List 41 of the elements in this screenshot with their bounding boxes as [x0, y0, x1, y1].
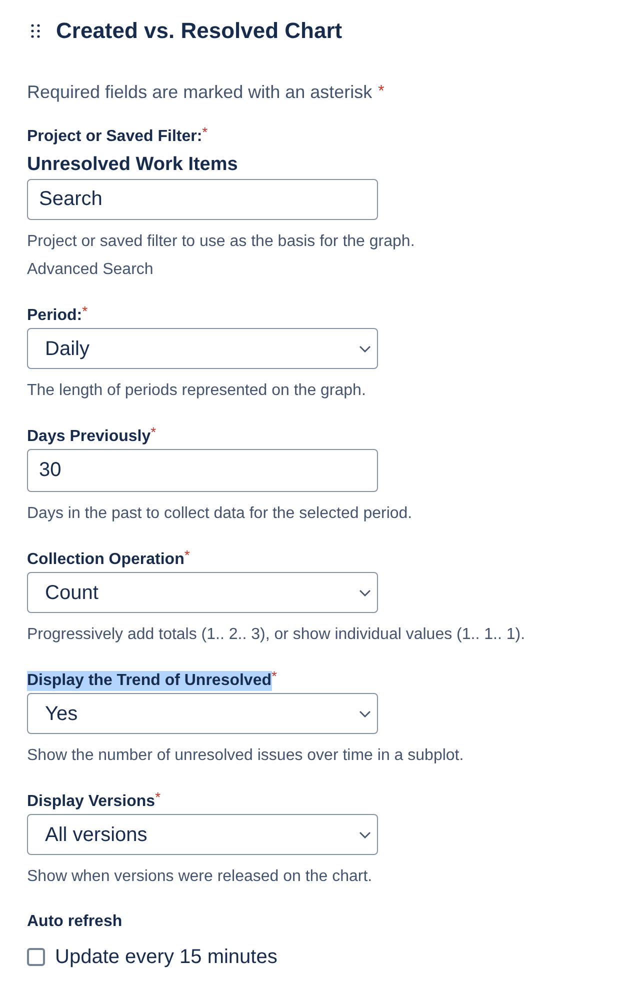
asterisk: *: [82, 306, 88, 316]
panel-title: Created vs. Resolved Chart: [56, 17, 342, 45]
asterisk: *: [272, 671, 277, 681]
asterisk: *: [184, 550, 190, 560]
field-label: Auto refresh: [27, 912, 122, 932]
dropdown-value: All versions: [45, 822, 148, 848]
field-label: Display the Trend of Unresolved: [27, 671, 272, 691]
chevron-down-icon: [359, 344, 371, 352]
chevron-down-icon: [359, 830, 371, 838]
field-label: Display Versions: [27, 792, 156, 812]
text-field[interactable]: 30: [27, 449, 378, 492]
current-filter: Unresolved Work Items: [27, 153, 239, 177]
help-text: Show the number of unresolved issues over time in a subplot.: [27, 746, 465, 766]
help-text: Project or saved filter to use as the basis for the graph.: [27, 232, 416, 252]
dropdown-value: Count: [45, 580, 98, 606]
asterisk: *: [378, 82, 384, 102]
asterisk: *: [202, 127, 208, 137]
chevron-down-icon: [359, 588, 371, 596]
field-label: Period:: [27, 306, 82, 326]
help-text: Progressively add totals (1.. 2.. 3), or show individual values (1.. 1.. 1).: [27, 625, 526, 645]
drag-handle-icon[interactable]: [31, 24, 40, 38]
asterisk: *: [155, 792, 161, 802]
field-label: Days Previously: [27, 427, 151, 447]
dropdown[interactable]: Yes: [27, 693, 378, 734]
help-text: Show when versions were released on the chart.: [27, 867, 374, 887]
checkbox-label: Update every 15 minutes: [55, 945, 278, 969]
search-field[interactable]: Search: [27, 179, 378, 220]
help-text: The length of periods represented on the graph.: [27, 381, 367, 401]
dropdown-value: Daily: [45, 336, 90, 362]
help-text: Days in the past to collect data for the selected period.: [27, 504, 414, 524]
checkbox[interactable]: [27, 948, 45, 966]
dropdown[interactable]: Daily: [27, 328, 378, 369]
field-label: Collection Operation: [27, 550, 184, 570]
dropdown-value: Yes: [45, 702, 78, 726]
required-note: Required fields are marked with an asterisk: [27, 81, 372, 104]
advanced-search-link[interactable]: Advanced Search: [27, 259, 154, 281]
chevron-down-icon: [359, 710, 371, 718]
field-label: Project or Saved Filter:: [27, 127, 202, 147]
asterisk: *: [150, 427, 156, 437]
dropdown[interactable]: Count: [27, 572, 378, 613]
dropdown[interactable]: All versions: [27, 814, 378, 855]
